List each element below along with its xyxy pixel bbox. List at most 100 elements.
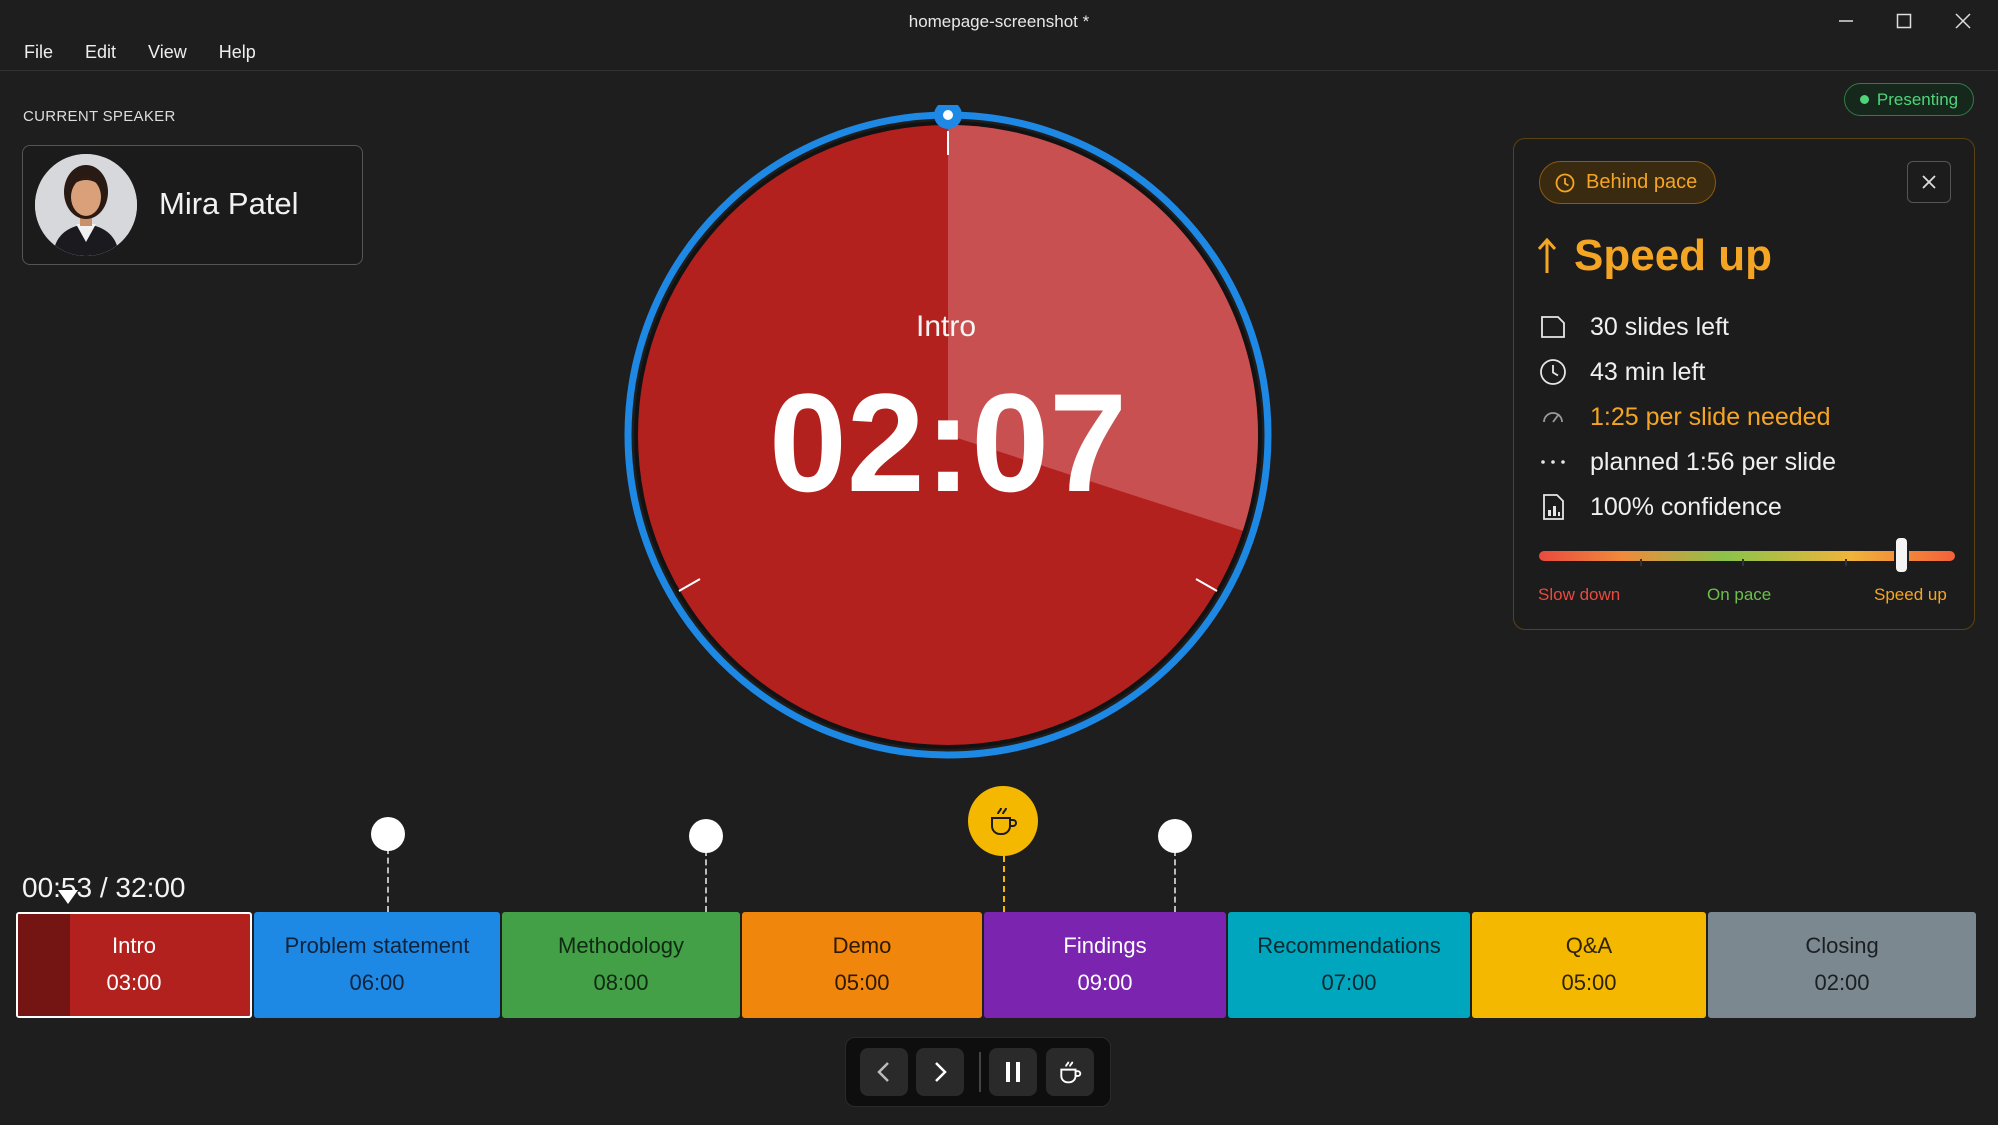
coffee-cup-icon [1060, 1061, 1082, 1084]
minimize-button[interactable] [1826, 6, 1866, 36]
coffee-cup-icon [991, 807, 1017, 835]
segment-label: Q&A [1565, 932, 1613, 958]
segment-intro[interactable]: Intro 03:00 [16, 912, 252, 1018]
pace-tick [1742, 559, 1744, 566]
segment-progress [18, 914, 70, 1016]
current-speaker-heading: CURRENT SPEAKER [23, 108, 176, 125]
segment-duration: 05:00 [834, 970, 890, 996]
pace-label-on: On pace [1707, 585, 1772, 604]
dots-icon [1541, 460, 1565, 464]
pace-label-speed: Speed up [1874, 585, 1947, 604]
segment-findings[interactable]: Findings 09:00 [984, 912, 1226, 1018]
pace-label-slow: Slow down [1538, 585, 1621, 604]
close-icon [1955, 13, 1971, 29]
stat-confidence-text: 100% confidence [1590, 492, 1782, 521]
stat-slides-text: 30 slides left [1590, 312, 1729, 341]
speaker-photo-icon [35, 154, 137, 256]
segment-recommendations[interactable]: Recommendations 07:00 [1228, 912, 1470, 1018]
segment-problem-statement[interactable]: Problem statement 06:00 [254, 912, 500, 1018]
previous-button[interactable] [860, 1048, 908, 1096]
presenting-badge: Presenting [1844, 83, 1974, 116]
segment-label: Intro [111, 932, 157, 958]
break-button[interactable] [1046, 1048, 1094, 1096]
stat-needed-text: 1:25 per slide needed [1590, 402, 1831, 431]
speaker-name: Mira Patel [159, 186, 299, 221]
next-button[interactable] [916, 1048, 964, 1096]
control-divider [979, 1052, 981, 1092]
pace-panel: Behind pace Speed up 30 slides left 43 m… [1513, 138, 1975, 630]
pause-button[interactable] [989, 1048, 1037, 1096]
close-window-button[interactable] [1943, 6, 1983, 36]
gauge-icon [1543, 412, 1563, 423]
menu-view[interactable]: View [132, 42, 203, 63]
segment-closing[interactable]: Closing 02:00 [1708, 912, 1976, 1018]
chart-doc-icon [1543, 494, 1564, 520]
segment-duration: 05:00 [1561, 970, 1617, 996]
behind-pace-label: Behind pace [1586, 171, 1698, 193]
marker-stem [1174, 850, 1176, 912]
menu-bar: File Edit View Help [8, 42, 272, 63]
clock-icon [1555, 173, 1575, 192]
segment-qa[interactable]: Q&A 05:00 [1472, 912, 1706, 1018]
segment-methodology[interactable]: Methodology 08:00 [502, 912, 740, 1018]
menu-file[interactable]: File [8, 42, 69, 63]
timeline-marker[interactable] [1158, 819, 1192, 853]
stat-slides-left: 30 slides left [1536, 309, 1729, 345]
segment-duration: 06:00 [349, 970, 405, 996]
minimize-icon [1839, 20, 1853, 22]
speaker-card: Mira Patel [22, 145, 363, 265]
pace-tick [1640, 559, 1642, 566]
pause-icon [1006, 1062, 1020, 1082]
playhead[interactable] [58, 890, 78, 904]
dial-handle-center [943, 110, 953, 120]
menu-help[interactable]: Help [203, 42, 272, 63]
segment-label: Recommendations [1257, 932, 1441, 958]
break-marker-stem [1003, 856, 1005, 912]
segment-demo[interactable]: Demo 05:00 [742, 912, 982, 1018]
timer-section-label: Intro [915, 310, 977, 343]
clock-icon [1540, 359, 1566, 385]
segment-duration: 03:00 [106, 970, 162, 996]
presenting-label: Presenting [1876, 89, 1959, 109]
stat-min-left: 43 min left [1536, 354, 1705, 390]
title-bar: homepage-screenshot * File Edit View Hel… [0, 0, 1998, 71]
avatar [35, 154, 137, 256]
segment-duration: 09:00 [1077, 970, 1133, 996]
playback-controls [845, 1037, 1111, 1107]
stat-planned-per-slide: planned 1:56 per slide [1536, 444, 1836, 480]
segment-duration: 02:00 [1814, 970, 1870, 996]
close-panel-button[interactable] [1907, 161, 1951, 203]
marker-stem [387, 848, 389, 912]
behind-pace-badge: Behind pace [1539, 161, 1717, 204]
segment-label: Methodology [558, 932, 684, 958]
segment-duration: 07:00 [1321, 970, 1377, 996]
menu-edit[interactable]: Edit [69, 42, 132, 63]
speed-up-heading: Speed up [1536, 231, 1772, 281]
chevron-right-icon [935, 1062, 947, 1082]
segment-label: Demo [832, 932, 892, 958]
maximize-icon [1896, 13, 1912, 29]
arrow-up-icon [1537, 237, 1557, 273]
segment-label: Closing [1805, 932, 1879, 958]
slides-icon [1541, 316, 1565, 338]
stat-confidence: 100% confidence [1536, 489, 1782, 525]
elapsed-readout: 00:53 / 32:00 [22, 872, 186, 903]
break-marker[interactable] [968, 786, 1038, 856]
agenda-timeline: Intro 03:00 Problem statement 06:00 Meth… [16, 912, 1976, 1020]
pace-scale-track [1539, 551, 1955, 561]
close-icon [1922, 175, 1936, 189]
timeline-marker[interactable] [689, 819, 723, 853]
status-dot-icon [1859, 95, 1869, 104]
stat-per-slide-needed: 1:25 per slide needed [1536, 399, 1830, 435]
stat-planned-text: planned 1:56 per slide [1590, 447, 1837, 476]
speed-up-title: Speed up [1574, 231, 1773, 280]
marker-stem [705, 850, 707, 912]
chevron-left-icon [877, 1062, 889, 1082]
timeline-marker[interactable] [371, 817, 405, 851]
maximize-button[interactable] [1884, 6, 1924, 36]
window-title: homepage-screenshot * [908, 12, 1090, 31]
pace-tick [1845, 559, 1847, 566]
total-time: 32:00 [115, 872, 186, 903]
pace-indicator [1895, 538, 1907, 572]
timer-remaining: 02:07 [768, 364, 1128, 521]
